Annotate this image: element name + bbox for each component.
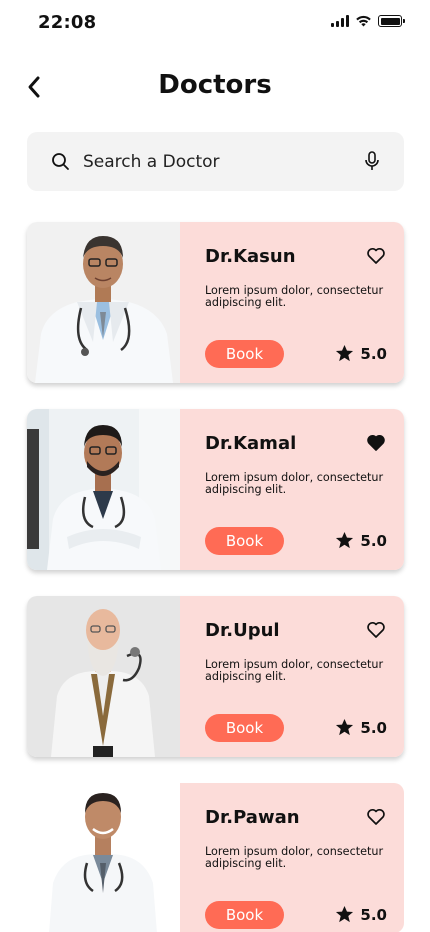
doctor-info: Dr.Pawan Lorem ipsum dolor, consectetur … [180, 783, 404, 932]
doctor-name: Dr.Kasun [205, 246, 296, 267]
book-button[interactable]: Book [205, 714, 284, 742]
rating: 5.0 [335, 718, 387, 737]
page-title: Doctors [158, 70, 272, 100]
doctor-card[interactable]: Dr.Pawan Lorem ipsum dolor, consectetur … [27, 783, 404, 932]
doctor-name: Dr.Upul [205, 620, 280, 641]
header: Doctors [0, 64, 430, 110]
star-icon [336, 531, 354, 549]
search-bar[interactable] [27, 132, 404, 191]
search-icon [51, 152, 71, 172]
doctor-photo [27, 409, 180, 570]
rating-value: 5.0 [360, 531, 387, 550]
search-input[interactable] [83, 151, 362, 172]
doctor-list: Dr.Kasun Lorem ipsum dolor, consectetur … [27, 222, 404, 932]
rating-value: 5.0 [360, 344, 387, 363]
doctor-description: Lorem ipsum dolor, consectetur adipiscin… [205, 471, 384, 496]
doctor-photo [27, 222, 180, 383]
doctor-info: Dr.Kamal Lorem ipsum dolor, consectetur … [180, 409, 404, 570]
doctor-description: Lorem ipsum dolor, consectetur adipiscin… [205, 845, 384, 870]
doctor-info: Dr.Upul Lorem ipsum dolor, consectetur a… [180, 596, 404, 757]
status-bar: 22:08 [0, 0, 430, 46]
doctor-photo [27, 596, 180, 757]
rating: 5.0 [335, 344, 387, 363]
doctor-description: Lorem ipsum dolor, consectetur adipiscin… [205, 284, 384, 309]
heart-icon[interactable] [366, 433, 386, 453]
doctor-info: Dr.Kasun Lorem ipsum dolor, consectetur … [180, 222, 404, 383]
battery-icon [378, 15, 405, 27]
doctor-card[interactable]: Dr.Kamal Lorem ipsum dolor, consectetur … [27, 409, 404, 570]
doctor-card[interactable]: Dr.Upul Lorem ipsum dolor, consectetur a… [27, 596, 404, 757]
star-icon [336, 905, 354, 923]
microphone-icon[interactable] [362, 151, 382, 173]
status-icons [331, 15, 405, 27]
status-time: 22:08 [38, 12, 97, 33]
star-icon [336, 718, 354, 736]
doctor-description: Lorem ipsum dolor, consectetur adipiscin… [205, 658, 384, 683]
book-button[interactable]: Book [205, 527, 284, 555]
wifi-icon [356, 15, 371, 27]
doctor-name: Dr.Kamal [205, 433, 297, 454]
star-icon [336, 344, 354, 362]
heart-icon[interactable] [366, 620, 386, 640]
rating: 5.0 [335, 905, 387, 924]
rating-value: 5.0 [360, 718, 387, 737]
heart-icon[interactable] [366, 807, 386, 827]
doctor-card[interactable]: Dr.Kasun Lorem ipsum dolor, consectetur … [27, 222, 404, 383]
rating-value: 5.0 [360, 905, 387, 924]
doctor-name: Dr.Pawan [205, 807, 300, 828]
signal-icon [331, 15, 349, 27]
book-button[interactable]: Book [205, 901, 284, 929]
book-button[interactable]: Book [205, 340, 284, 368]
heart-icon[interactable] [366, 246, 386, 266]
doctor-photo [27, 783, 180, 932]
rating: 5.0 [335, 531, 387, 550]
